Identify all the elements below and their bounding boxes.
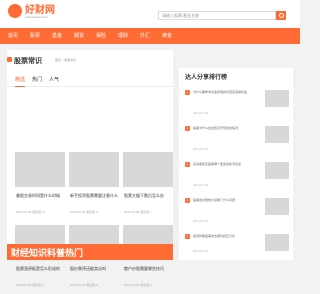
ranking-item[interactable]: 3 买基金和买股票哪个更适合新手投资 2024-02-06 [185,162,289,192]
nav-item-gold[interactable]: 黄金 [162,28,172,44]
tab-bar: 精选 热门 人气 [7,76,173,87]
nav-item-stocks[interactable]: 股票 [30,28,40,44]
article-meta: 2024-02-06 阅读量 5 [16,283,44,287]
article-title[interactable]: 美股交易时间是什么时候 [16,193,60,199]
article-title[interactable]: 散户炒股需要哪些技巧 [124,266,164,272]
article-card[interactable]: 美股交易时间是什么时候 2024-02-06 阅读量 12 [15,152,65,221]
article-card[interactable]: 股票大幅下跌后怎么办 2024-02-06 阅读量 7 [123,152,173,221]
search-input[interactable]: 请输入股票/基金名称 [158,11,276,20]
article-thumbnail [123,152,173,187]
nav-item-forex[interactable]: 外汇 [140,28,150,44]
ranking-item[interactable]: 5 如何判断股票的支撑位和压力位 2024-02-06 [185,234,289,258]
sidebar-ranking: 达人分享排行榜 1 为什么要参考基金费用的高低来选择基金 2024-02-06 … [179,68,293,260]
nav-item-wealth[interactable]: 理财 [118,28,128,44]
rank-number: 5 [185,234,190,239]
rank-number: 1 [185,90,190,95]
rank-date: 2024-02-06 [193,111,209,115]
nav-item-futures[interactable]: 期货 [74,28,84,44]
article-thumbnail [69,152,119,187]
article-meta: 2024-02-06 阅读量 12 [16,210,46,214]
rank-date: 2024-02-06 [193,183,209,187]
article-title[interactable]: 新手投资股票需要注意什么 [70,193,118,199]
rank-thumbnail [265,198,289,215]
article-meta: 2024-02-06 阅读量 7 [124,210,152,214]
rank-title[interactable]: 为什么要参考基金费用的高低来选择基金 [193,90,261,95]
rank-thumbnail [265,234,289,251]
rank-title[interactable]: 如何判断股票的支撑位和压力位 [193,234,261,239]
rank-title[interactable]: 买基金和买股票哪个更适合新手投资 [193,162,261,167]
article-meta: 2024-02-06 阅读量 9 [70,210,98,214]
sidebar-title: 达人分享排行榜 [185,75,228,81]
rank-thumbnail [265,126,289,143]
rank-thumbnail [265,90,289,107]
tab-hot[interactable]: 热门 [32,76,42,85]
rank-number: 3 [185,162,190,167]
logo-icon [8,4,22,18]
breadcrumb[interactable]: 首页 > 股票常识 [55,58,76,62]
banner-text: 财经知识科普热门 [11,248,84,258]
rank-number: 4 [185,198,190,203]
rank-thumbnail [265,162,289,179]
ranking-item[interactable]: 1 为什么要参考基金费用的高低来选择基金 2024-02-06 [185,90,289,120]
article-thumbnail [15,152,65,187]
ranking-item[interactable]: 4 股票成交量放大说明了什么问题 2024-02-06 [185,198,289,228]
article-card[interactable]: 新手投资股票需要注意什么 2024-02-06 阅读量 9 [69,152,119,221]
rank-date: 2024-02-06 [193,249,209,253]
main-nav: 首页 股票 基金 期货 保险 理财 外汇 黄金 [0,28,300,44]
tab-popular[interactable]: 人气 [49,76,59,85]
main-content: 股票常识 首页 > 股票常识 精选 热门 人气 美股交易时间是什么时候 2024… [7,50,173,287]
rank-date: 2024-02-06 [193,147,209,151]
article-title[interactable]: 股票大幅下跌后怎么办 [124,193,164,199]
article-title[interactable]: 股票涨停板是怎么形成的 [16,266,60,272]
tab-featured[interactable]: 精选 [15,76,26,87]
nav-item-home[interactable]: 首页 [8,28,18,44]
article-meta: 2024-02-06 阅读量 6 [124,283,152,287]
nav-item-funds[interactable]: 基金 [52,28,62,44]
section-icon [7,57,12,62]
rank-date: 2024-02-06 [193,219,209,223]
ranking-item[interactable]: 2 股票为什么会出现高开低走的情况 2024-02-06 [185,126,289,156]
rank-title[interactable]: 股票为什么会出现高开低走的情况 [193,126,261,131]
section-title: 股票常识 [14,58,42,65]
rank-title[interactable]: 股票成交量放大说明了什么问题 [193,198,261,203]
search-button[interactable] [276,11,286,20]
article-title[interactable]: 股价跌停还能卖出吗 [70,266,106,272]
nav-item-insurance[interactable]: 保险 [96,28,106,44]
promo-banner[interactable]: 财经知识科普热门 [7,244,173,260]
article-meta: 2024-02-06 阅读量 8 [70,283,98,287]
logo-subtitle: www.haocai.com [25,15,48,19]
rank-number: 2 [185,126,190,131]
top-bar: 好财网 www.haocai.com 请输入股票/基金名称 [0,0,300,28]
